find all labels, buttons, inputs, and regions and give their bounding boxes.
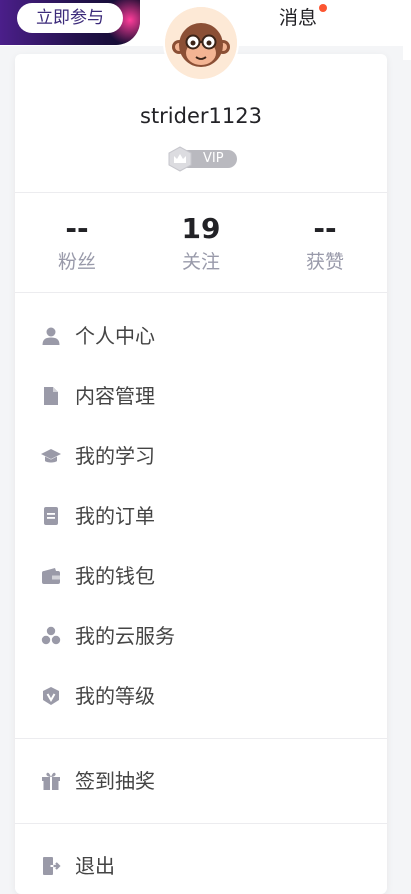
menu-label: 内容管理 bbox=[75, 384, 155, 408]
vip-badge[interactable]: VIP bbox=[167, 146, 237, 172]
menu-item-my-wallet[interactable]: 我的钱包 bbox=[15, 554, 387, 598]
menu-label: 我的订单 bbox=[75, 504, 155, 528]
user-icon bbox=[42, 327, 60, 345]
stat-label: 粉丝 bbox=[57, 251, 96, 273]
graduation-cap-icon bbox=[41, 449, 61, 463]
menu-item-logout[interactable]: 退出 bbox=[15, 844, 387, 888]
logout-icon bbox=[43, 857, 61, 875]
menu-label: 个人中心 bbox=[75, 324, 155, 348]
notification-dot bbox=[319, 4, 327, 12]
menu-item-personal-center[interactable]: 个人中心 bbox=[15, 314, 387, 358]
menu-item-my-level[interactable]: 我的等级 bbox=[15, 674, 387, 718]
messages-link[interactable]: 消息 bbox=[279, 6, 317, 30]
divider bbox=[15, 738, 387, 739]
level-shield-icon bbox=[43, 687, 59, 705]
gift-icon bbox=[42, 772, 60, 790]
divider bbox=[15, 292, 387, 293]
order-icon bbox=[44, 507, 58, 525]
menu-item-my-orders[interactable]: 我的订单 bbox=[15, 494, 387, 538]
menu-label: 我的学习 bbox=[75, 444, 155, 468]
stat-label: 关注 bbox=[181, 251, 220, 273]
stat-fans[interactable]: -- 粉丝 bbox=[15, 212, 139, 274]
stat-likes[interactable]: -- 获赞 bbox=[263, 212, 387, 274]
menu-item-cloud-service[interactable]: 我的云服务 bbox=[15, 614, 387, 658]
stat-value: -- bbox=[65, 212, 89, 245]
menu-label: 我的云服务 bbox=[75, 624, 175, 648]
menu-item-my-learning[interactable]: 我的学习 bbox=[15, 434, 387, 478]
user-dropdown-panel: strider1123 VIP -- 粉丝 19 关注 -- 获赞 个人中心 内… bbox=[15, 54, 387, 894]
menu-item-checkin-lottery[interactable]: 签到抽奖 bbox=[15, 759, 387, 803]
document-icon bbox=[44, 387, 58, 405]
menu-label: 我的钱包 bbox=[75, 564, 155, 588]
menu-label: 签到抽奖 bbox=[75, 769, 155, 793]
menu-item-content-management[interactable]: 内容管理 bbox=[15, 374, 387, 418]
menu-label: 我的等级 bbox=[75, 684, 155, 708]
stat-label: 获赞 bbox=[305, 251, 344, 273]
avatar[interactable] bbox=[165, 7, 237, 79]
divider bbox=[15, 192, 387, 193]
promo-banner[interactable]: 立即参与 bbox=[0, 0, 140, 45]
join-now-button[interactable]: 立即参与 bbox=[17, 3, 123, 33]
wallet-icon bbox=[42, 568, 60, 584]
page-edge bbox=[403, 0, 411, 60]
divider bbox=[15, 823, 387, 824]
username[interactable]: strider1123 bbox=[15, 102, 387, 130]
cloud-service-icon bbox=[41, 626, 61, 645]
menu-label: 退出 bbox=[75, 854, 115, 878]
stat-value: -- bbox=[313, 212, 337, 245]
stat-following[interactable]: 19 关注 bbox=[139, 212, 263, 274]
stat-value: 19 bbox=[181, 212, 221, 245]
crown-icon bbox=[168, 146, 192, 172]
monkey-avatar-icon bbox=[165, 7, 237, 79]
